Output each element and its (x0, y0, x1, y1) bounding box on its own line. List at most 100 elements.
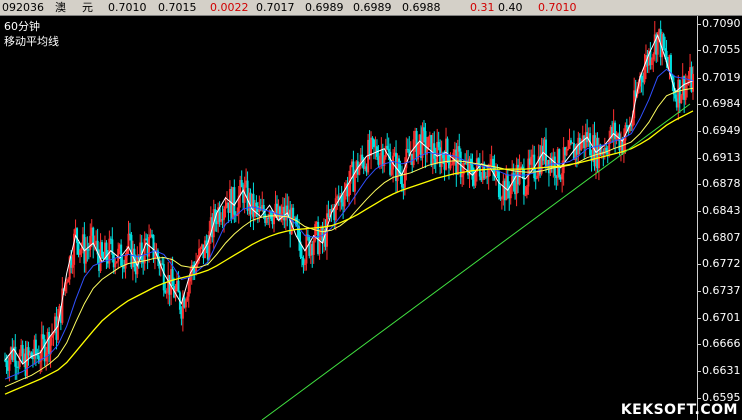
candle-body (370, 137, 373, 156)
amount-value: 0.40 (498, 1, 523, 14)
candle-body (292, 207, 295, 219)
candle-body (334, 198, 337, 221)
candle-body (128, 233, 131, 235)
candle-body (71, 264, 74, 268)
candle-body (674, 94, 677, 99)
y-tick-label: 0.6772 (702, 257, 741, 271)
y-tick-mark (697, 317, 701, 319)
y-tick-label: 0.6666 (702, 337, 741, 351)
candle-body (312, 240, 315, 255)
y-tick-label: 0.6737 (702, 283, 741, 297)
candle-body (171, 269, 174, 287)
candle-body (565, 149, 568, 156)
candle-body (240, 179, 243, 188)
volume-value: 0.31 (470, 1, 495, 14)
candle-body (500, 198, 503, 200)
candle-body (387, 148, 390, 152)
y-tick-label: 0.6807 (702, 230, 741, 244)
candle-body (530, 156, 533, 165)
change-value: 0.0022 (210, 1, 249, 14)
prev-close: 0.7010 (538, 1, 577, 14)
candle-body (433, 143, 436, 159)
candle-body (580, 142, 583, 151)
y-tick-mark (697, 77, 701, 79)
candle-body (114, 262, 117, 268)
candle-body (684, 84, 687, 100)
candle-body (361, 154, 364, 161)
candle-body (84, 249, 87, 264)
candle-body (487, 166, 490, 177)
candle-body (152, 234, 155, 259)
quote-bar: 092036 澳 元 0.7010 0.7015 0.0022 0.7017 0… (0, 0, 742, 16)
y-tick-label: 0.7055 (702, 43, 741, 57)
candle-body (300, 256, 303, 259)
candle-body (143, 238, 146, 264)
symbol-name-2: 元 (82, 1, 93, 14)
price-chart[interactable] (0, 16, 742, 420)
candle-body (80, 247, 83, 250)
candle-body (561, 173, 564, 180)
candle-body (525, 186, 528, 195)
candle-body (522, 169, 525, 195)
ma-line-blue (4, 68, 694, 380)
candle-body (450, 164, 453, 166)
candle-body (51, 335, 54, 338)
candle-body (224, 206, 227, 209)
candle-body (5, 360, 8, 368)
candle-body (652, 54, 655, 60)
symbol-code: 092036 (2, 1, 44, 14)
y-tick-mark (697, 370, 701, 372)
y-tick-mark (697, 344, 701, 346)
candle-body (186, 296, 189, 301)
candle-body (680, 95, 683, 104)
candle-body (42, 334, 45, 340)
candle-body (437, 141, 440, 148)
candle-body (184, 300, 187, 308)
chart-canvas[interactable] (0, 16, 742, 420)
y-tick-label: 0.6843 (702, 203, 741, 217)
trend-line[interactable] (261, 103, 691, 420)
candle-body (255, 202, 258, 206)
candle-body (403, 168, 406, 188)
candle-body (67, 279, 70, 283)
y-tick-label: 0.6878 (702, 177, 741, 191)
candle-body (608, 139, 611, 155)
candle-body (124, 255, 127, 269)
candle-body (471, 164, 474, 180)
y-tick-label: 0.6949 (702, 123, 741, 137)
candle-body (662, 34, 665, 49)
high-price: 0.7015 (158, 1, 197, 14)
candle-body (497, 171, 500, 198)
candle-body (567, 148, 570, 150)
candle-body (640, 75, 643, 81)
candle-body (65, 282, 68, 284)
candlestick-series (4, 20, 694, 382)
candle-body (233, 187, 236, 215)
symbol-name-1: 澳 (55, 1, 66, 14)
candle-body (117, 248, 120, 262)
candle-body (343, 193, 346, 207)
candle-body (569, 140, 572, 143)
y-tick-mark (697, 104, 701, 106)
candle-body (162, 264, 165, 291)
candle-body (625, 125, 628, 127)
candle-body (400, 175, 403, 188)
ask-price: 0.6988 (402, 1, 441, 14)
last-price: 0.7017 (256, 1, 295, 14)
candle-body (164, 290, 167, 293)
y-axis-line (697, 16, 698, 420)
open-price: 0.7010 (108, 1, 147, 14)
period-label: 60分钟 (4, 20, 40, 33)
candle-body (524, 194, 527, 196)
candle-body (643, 67, 646, 83)
y-tick-label: 0.7019 (702, 70, 741, 84)
y-tick-mark (697, 210, 701, 212)
y-tick-mark (697, 184, 701, 186)
y-tick-label: 0.7090 (702, 17, 741, 30)
candle-body (223, 208, 226, 220)
y-tick-label: 0.6984 (702, 97, 741, 111)
candle-body (34, 339, 37, 355)
candle-body (458, 146, 461, 152)
y-tick-label: 0.6701 (702, 310, 741, 324)
candle-body (449, 164, 452, 169)
